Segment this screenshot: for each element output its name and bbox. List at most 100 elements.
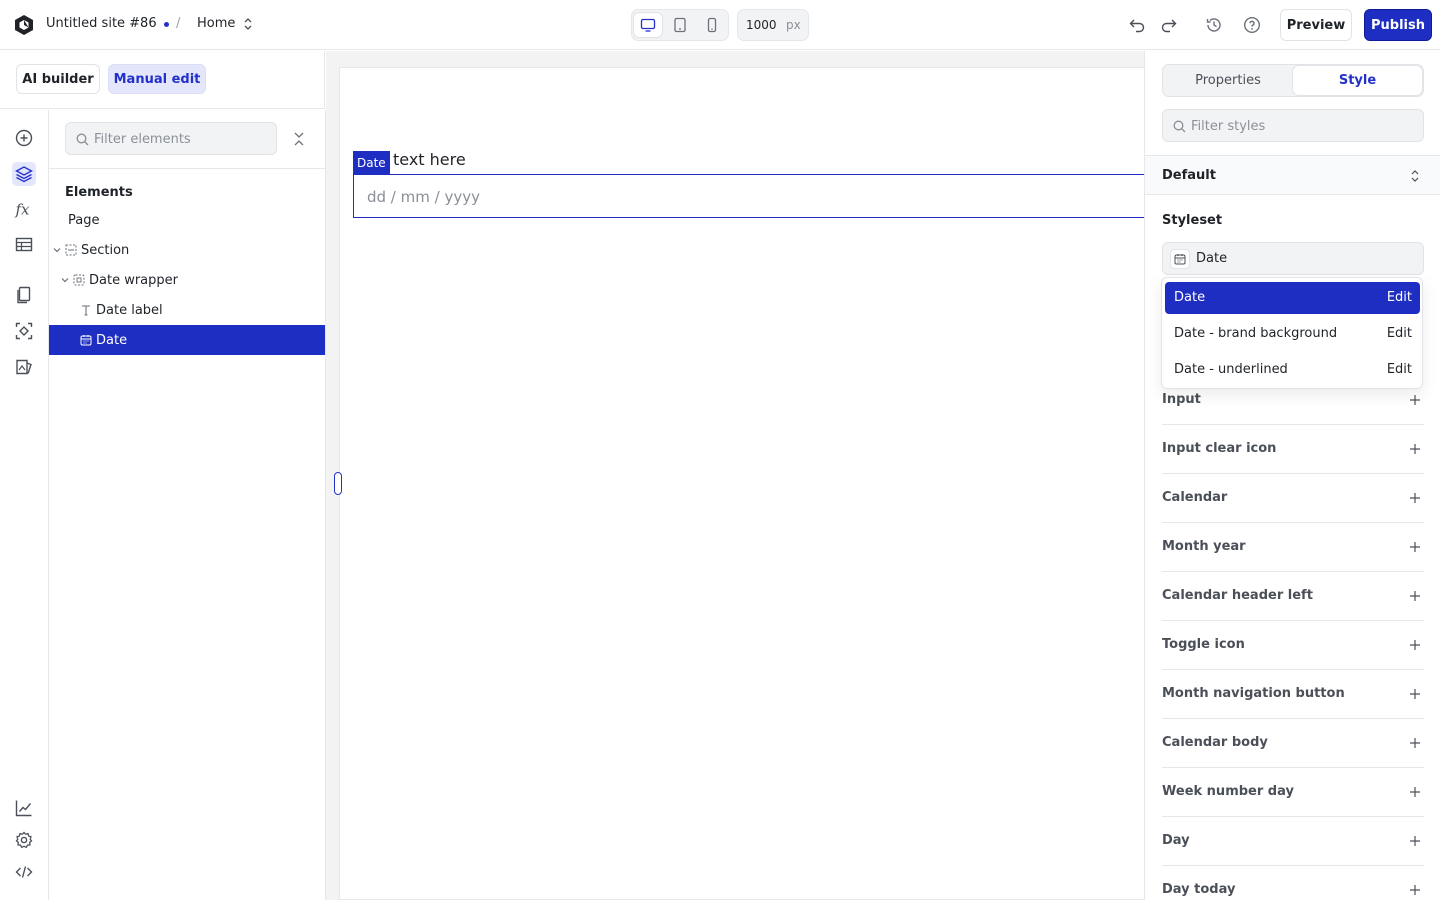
styleset-select[interactable]: Date <box>1162 242 1424 275</box>
collapse-all-icon[interactable] <box>292 131 306 147</box>
styleset-option-date-brand-background[interactable]: Date - brand background Edit <box>1165 318 1420 350</box>
tree-item-label: Date label <box>96 302 163 318</box>
section-label: Toggle icon <box>1162 637 1245 652</box>
option-label: Date - underlined <box>1174 362 1288 377</box>
section-label: Calendar <box>1162 490 1228 505</box>
divider <box>49 168 325 169</box>
help-icon[interactable] <box>1242 15 1262 35</box>
formula-icon[interactable]: fx <box>12 197 36 221</box>
components-icon[interactable] <box>12 319 36 343</box>
date-label-text[interactable]: text here <box>393 150 466 169</box>
state-selector[interactable]: Default <box>1145 155 1440 195</box>
plus-icon <box>1410 836 1420 846</box>
tab-properties[interactable]: Properties <box>1164 66 1292 95</box>
tree-item-date-label[interactable]: Date label <box>49 295 325 325</box>
style-section-day[interactable]: Day <box>1162 817 1424 866</box>
panel-tabs: Properties Style <box>1162 64 1424 97</box>
container-icon <box>73 274 85 286</box>
tree-item-date-wrapper[interactable]: Date wrapper <box>49 265 325 295</box>
plus-icon <box>1410 395 1420 405</box>
styleset-option-date-underlined[interactable]: Date - underlined Edit <box>1165 354 1420 386</box>
style-section-day-today[interactable]: Day today <box>1162 866 1424 900</box>
site-name[interactable]: Untitled site #86 <box>46 16 157 31</box>
publish-button[interactable]: Publish <box>1364 9 1432 41</box>
tree-item-page[interactable]: Page <box>49 205 325 235</box>
style-section-month-year[interactable]: Month year <box>1162 523 1424 572</box>
style-section-month-navigation-button[interactable]: Month navigation button <box>1162 670 1424 719</box>
chevron-up-down-icon <box>1411 170 1419 182</box>
calendar-icon <box>80 335 92 346</box>
analytics-icon[interactable] <box>12 796 36 820</box>
section-icon <box>65 244 77 256</box>
canvas-resize-handle[interactable] <box>334 472 342 495</box>
style-section-calendar-header-left[interactable]: Calendar header left <box>1162 572 1424 621</box>
tree-item-label: Section <box>81 242 130 258</box>
ai-builder-button[interactable]: AI builder <box>16 64 100 94</box>
mobile-icon <box>707 17 717 33</box>
breadcrumb-separator: / <box>176 16 181 31</box>
plus-icon <box>1410 787 1420 797</box>
style-section-week-number-day[interactable]: Week number day <box>1162 768 1424 817</box>
left-rail: fx <box>0 110 49 900</box>
filter-elements-field[interactable] <box>65 122 277 155</box>
tree-item-label: Date wrapper <box>89 272 178 288</box>
plus-icon <box>1410 885 1420 895</box>
svg-text:fx: fx <box>15 201 31 219</box>
code-icon[interactable] <box>12 860 36 884</box>
section-label: Month navigation button <box>1162 686 1345 701</box>
style-section-input-clear-icon[interactable]: Input clear icon <box>1162 425 1424 474</box>
preview-button[interactable]: Preview <box>1280 9 1352 41</box>
plus-icon <box>1410 689 1420 699</box>
styleset-option-date[interactable]: Date Edit <box>1165 282 1420 314</box>
tablet-icon <box>674 17 686 33</box>
edit-styleset-button[interactable]: Edit <box>1387 362 1412 377</box>
calendar-icon <box>1170 249 1190 269</box>
settings-icon[interactable] <box>12 828 36 852</box>
chevron-up-down-icon[interactable] <box>242 17 254 31</box>
section-label: Calendar header left <box>1162 588 1313 603</box>
mobile-view-button[interactable] <box>698 13 726 37</box>
tablet-view-button[interactable] <box>666 13 694 37</box>
desktop-icon <box>640 18 656 32</box>
manual-edit-button[interactable]: Manual edit <box>108 64 206 94</box>
plus-icon <box>1410 444 1420 454</box>
app-logo-icon[interactable] <box>13 14 35 36</box>
edit-styleset-button[interactable]: Edit <box>1387 290 1412 305</box>
device-switcher <box>631 9 729 41</box>
section-label: Month year <box>1162 539 1246 554</box>
elements-heading: Elements <box>65 185 133 200</box>
history-icon[interactable] <box>1204 15 1224 35</box>
add-icon[interactable] <box>12 126 36 150</box>
plus-icon <box>1410 640 1420 650</box>
section-label: Day <box>1162 833 1190 848</box>
style-section-calendar-body[interactable]: Calendar body <box>1162 719 1424 768</box>
style-panel: Properties Style Default Styleset Date I… <box>1144 51 1440 900</box>
tree-item-section[interactable]: Section <box>49 235 325 265</box>
desktop-view-button[interactable] <box>634 13 662 37</box>
data-table-icon[interactable] <box>12 233 36 257</box>
date-input[interactable]: dd / mm / yyyy <box>353 174 1144 218</box>
section-label: Day today <box>1162 882 1236 897</box>
redo-icon[interactable] <box>1159 15 1179 35</box>
layers-icon[interactable] <box>12 162 36 186</box>
canvas-width-input[interactable]: 1000 px <box>737 9 809 41</box>
tree-item-date[interactable]: Date <box>49 325 325 355</box>
chevron-down-icon <box>53 248 61 253</box>
undo-icon[interactable] <box>1127 15 1147 35</box>
state-label: Default <box>1162 168 1216 183</box>
filter-styles-input[interactable] <box>1191 117 1419 135</box>
tab-style[interactable]: Style <box>1293 66 1422 95</box>
filter-styles-field[interactable] <box>1162 109 1424 142</box>
option-label: Date - brand background <box>1174 326 1338 341</box>
page-selector[interactable]: Home <box>197 16 235 31</box>
style-section-toggle-icon[interactable]: Toggle icon <box>1162 621 1424 670</box>
selected-element-tag[interactable]: Date <box>353 151 390 174</box>
text-icon <box>82 305 90 316</box>
section-label: Input clear icon <box>1162 441 1277 456</box>
pages-icon[interactable] <box>12 283 36 307</box>
filter-elements-input[interactable] <box>94 130 272 148</box>
edit-styleset-button[interactable]: Edit <box>1387 326 1412 341</box>
option-label: Date <box>1174 290 1206 305</box>
assets-icon[interactable] <box>12 355 36 379</box>
style-section-calendar[interactable]: Calendar <box>1162 474 1424 523</box>
